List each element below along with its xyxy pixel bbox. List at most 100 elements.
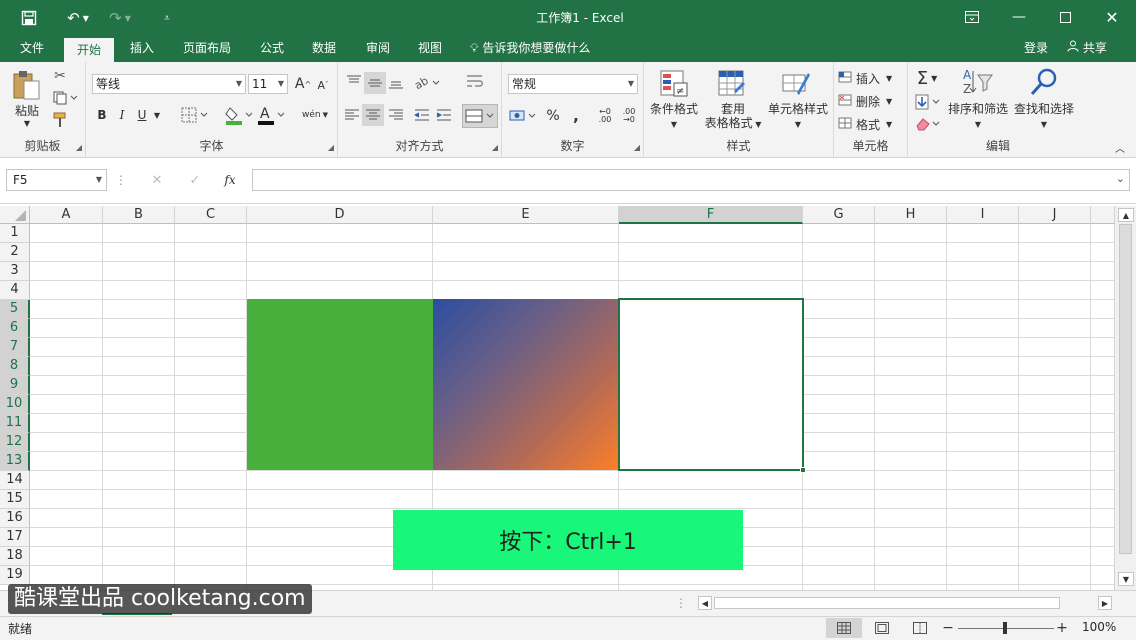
paste-button[interactable]: 粘贴: [8, 102, 46, 118]
paste-icon[interactable]: [10, 68, 42, 102]
collapse-ribbon-icon[interactable]: ︿: [1112, 140, 1128, 155]
tab-formulas[interactable]: 公式: [250, 36, 294, 62]
green-fill-range-d5-d13[interactable]: [247, 299, 433, 470]
row-header-3[interactable]: 3: [0, 262, 30, 281]
row-header-2[interactable]: 2: [0, 243, 30, 262]
undo-icon[interactable]: ↶ ▼: [62, 6, 94, 30]
selected-range-f5-f13[interactable]: [618, 298, 804, 471]
scroll-left-icon[interactable]: ◀: [698, 596, 712, 610]
underline-dropdown-icon[interactable]: ▼: [150, 104, 164, 126]
decrease-indent-icon[interactable]: [412, 104, 432, 126]
row-header-13[interactable]: 13: [0, 452, 30, 471]
zoom-level[interactable]: 100%: [1082, 620, 1116, 634]
row-header-18[interactable]: 18: [0, 547, 30, 566]
italic-button[interactable]: I: [114, 104, 130, 126]
minimize-icon[interactable]: —: [997, 4, 1041, 30]
increase-indent-icon[interactable]: [434, 104, 454, 126]
row-header-4[interactable]: 4: [0, 281, 30, 300]
expand-formula-bar-icon[interactable]: ⌄: [1116, 172, 1125, 185]
column-header-c[interactable]: C: [175, 206, 247, 224]
vertical-scrollbar[interactable]: ▲ ▼: [1114, 206, 1136, 590]
sort-filter-button[interactable]: 排序和筛选 ▼: [946, 102, 1010, 132]
copy-icon[interactable]: [52, 90, 78, 106]
splitter-dots-icon[interactable]: ⋮: [675, 596, 687, 610]
insert-cells-button[interactable]: 插入 ▼: [838, 68, 902, 88]
row-header-12[interactable]: 12: [0, 433, 30, 452]
bold-button[interactable]: B: [94, 104, 110, 126]
scroll-down-icon[interactable]: ▼: [1118, 572, 1134, 586]
vertical-scroll-thumb[interactable]: [1119, 224, 1132, 554]
format-as-table-button[interactable]: 套用 表格格式 ▼: [698, 102, 768, 132]
find-select-icon[interactable]: [1028, 66, 1060, 98]
cell-styles-icon[interactable]: [780, 68, 812, 100]
paste-dropdown-icon[interactable]: ▼: [20, 118, 34, 128]
row-header-1[interactable]: 1: [0, 224, 30, 243]
orientation-icon[interactable]: ab: [412, 72, 442, 92]
font-size-select[interactable]: 11 ▼: [248, 74, 288, 94]
row-header-10[interactable]: 10: [0, 395, 30, 414]
cut-icon[interactable]: ✂: [52, 68, 68, 84]
column-header-f[interactable]: F: [619, 206, 803, 224]
tab-view[interactable]: 视图: [408, 36, 452, 62]
tab-data[interactable]: 数据: [302, 36, 346, 62]
normal-view-icon[interactable]: [826, 618, 862, 638]
underline-button[interactable]: U: [134, 104, 150, 126]
clear-icon[interactable]: [914, 114, 944, 134]
zoom-slider-thumb[interactable]: [1003, 622, 1007, 634]
column-header-h[interactable]: H: [875, 206, 947, 224]
fill-icon[interactable]: [914, 92, 944, 112]
sort-filter-icon[interactable]: AZ: [960, 66, 994, 98]
percent-style-icon[interactable]: %: [542, 106, 564, 126]
top-align-icon[interactable]: [344, 72, 364, 92]
row-header-11[interactable]: 11: [0, 414, 30, 433]
tab-file[interactable]: 文件: [10, 36, 54, 62]
page-break-preview-icon[interactable]: [906, 618, 934, 638]
fill-color-icon[interactable]: [224, 104, 256, 126]
page-layout-view-icon[interactable]: [868, 618, 896, 638]
tab-home[interactable]: 开始: [64, 38, 114, 62]
column-header-a[interactable]: A: [30, 206, 103, 224]
column-header-d[interactable]: D: [247, 206, 433, 224]
font-name-select[interactable]: 等线 ▼: [92, 74, 246, 94]
column-header-e[interactable]: E: [433, 206, 619, 224]
wrap-text-icon[interactable]: [464, 72, 486, 92]
row-header-15[interactable]: 15: [0, 490, 30, 509]
save-icon[interactable]: [16, 6, 42, 30]
select-all-button[interactable]: [0, 206, 30, 224]
decrease-font-size-icon[interactable]: Aˇ: [314, 76, 332, 94]
row-header-5[interactable]: 5: [0, 300, 30, 319]
splitter-dots-icon[interactable]: ⋮: [115, 172, 127, 188]
align-center-icon[interactable]: [362, 104, 384, 126]
delete-cells-button[interactable]: 删除 ▼: [838, 91, 902, 111]
tab-insert[interactable]: 插入: [120, 36, 164, 62]
clipboard-launcher-icon[interactable]: ◢: [76, 143, 82, 152]
row-header-9[interactable]: 9: [0, 376, 30, 395]
column-header-k[interactable]: [1091, 206, 1114, 224]
align-right-icon[interactable]: [386, 104, 406, 126]
conditional-formatting-icon[interactable]: ≠: [658, 68, 690, 100]
tab-review[interactable]: 审阅: [356, 36, 400, 62]
name-box[interactable]: F5 ▼: [6, 169, 107, 191]
bottom-align-icon[interactable]: [386, 72, 406, 92]
scroll-up-icon[interactable]: ▲: [1118, 208, 1134, 222]
redo-icon[interactable]: ↷ ▼: [104, 6, 136, 30]
decrease-decimal-icon[interactable]: .00 →0: [618, 106, 640, 126]
increase-decimal-icon[interactable]: ←0.00: [594, 106, 616, 126]
cell-styles-button[interactable]: 单元格样式 ▼: [762, 102, 834, 132]
row-header-19[interactable]: 19: [0, 566, 30, 585]
autosum-icon[interactable]: Σ ▼: [912, 68, 942, 89]
middle-align-icon[interactable]: [364, 72, 386, 94]
gradient-fill-range-e5-e13[interactable]: [433, 299, 619, 470]
column-header-b[interactable]: B: [103, 206, 175, 224]
sign-in-link[interactable]: 登录: [1024, 36, 1048, 60]
column-header-g[interactable]: G: [803, 206, 875, 224]
cancel-entry-icon[interactable]: ✕: [140, 171, 174, 189]
zoom-in-icon[interactable]: +: [1056, 619, 1068, 637]
row-header-14[interactable]: 14: [0, 471, 30, 490]
tab-page-layout[interactable]: 页面布局: [174, 36, 240, 62]
conditional-formatting-button[interactable]: 条件格式 ▼: [646, 102, 702, 132]
increase-font-size-icon[interactable]: A ^: [294, 74, 312, 94]
tell-me-search[interactable]: 💡︎ 告诉我你想要做什么: [470, 36, 590, 62]
maximize-icon[interactable]: [1043, 4, 1087, 30]
format-painter-icon[interactable]: [52, 112, 68, 128]
